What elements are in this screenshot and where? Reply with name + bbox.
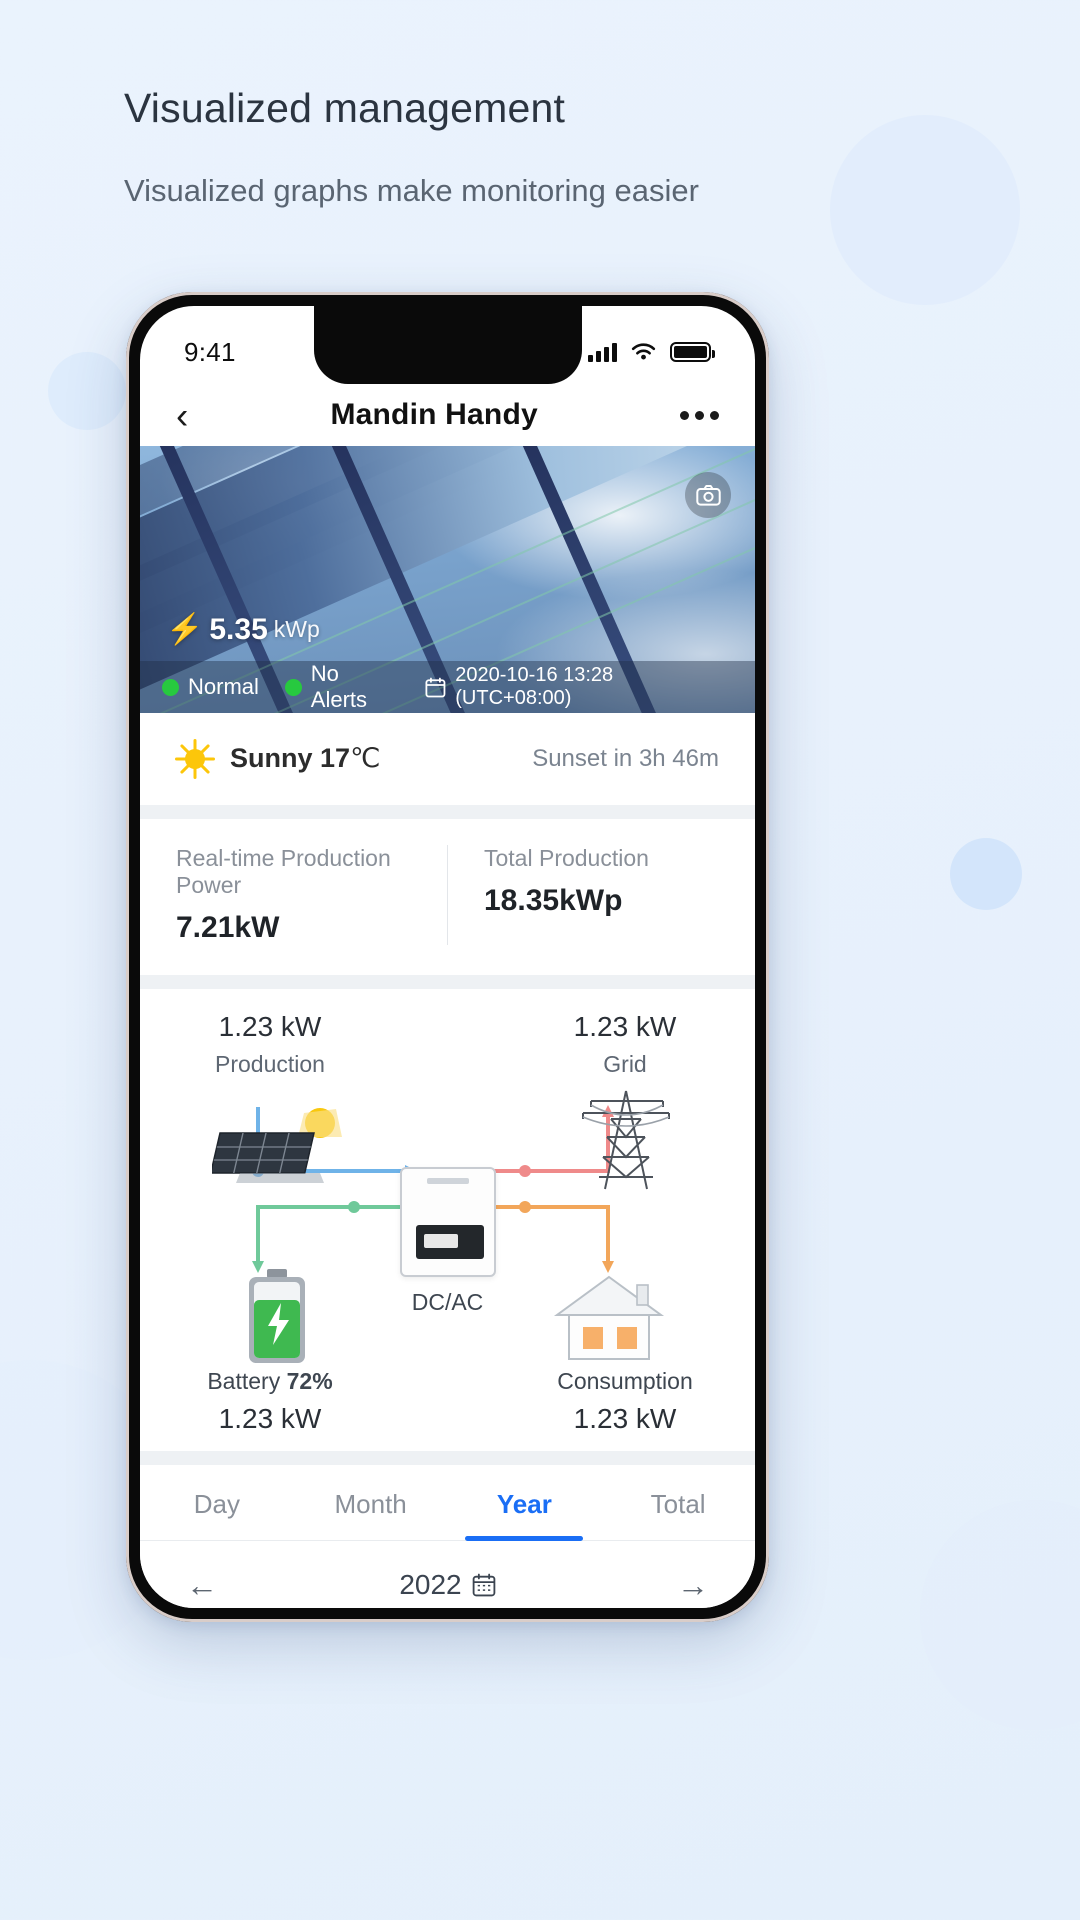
flow-battery-group: Battery 72% 1.23 kW (170, 1368, 370, 1435)
page-subtitle: Visualized graphs make monitoring easier (124, 173, 699, 209)
app-navbar: ‹ Mandin Handy (140, 384, 755, 446)
flow-battery-percent: 72% (286, 1368, 333, 1394)
year-value: 2022 (399, 1569, 462, 1600)
year-selector: ← 2022 → (140, 1541, 755, 1608)
hero-timestamp-label: 2020-10-16 13:28 (UTC+08:00) (455, 664, 614, 709)
power-tower-icon (571, 1085, 681, 1202)
period-tabs: Day Month Year Total (140, 1465, 755, 1541)
calendar-icon (425, 677, 446, 697)
status-bar-icons (588, 342, 715, 362)
year-label-group[interactable]: 2022 (399, 1569, 495, 1601)
weather-text: Sunny 17℃ (230, 743, 380, 774)
inverter-caption: DC/AC (411, 1289, 484, 1315)
stat-total-production: Total Production 18.35kWp (447, 845, 755, 945)
status-badge-normal: Normal (162, 674, 259, 700)
stat-label: Total Production (484, 845, 649, 871)
battery-icon (244, 1269, 310, 1370)
wifi-icon (631, 343, 656, 360)
decor-circle-1 (830, 115, 1020, 305)
production-stats: Real-time Production Power 7.21kW Total … (140, 819, 755, 975)
status-dot-icon (284, 678, 302, 696)
weather-temperature-unit: ℃ (350, 743, 381, 773)
stat-value: 7.21kW (176, 911, 280, 944)
arrow-right-icon[interactable]: → (677, 1569, 709, 1601)
lightning-bolt-icon: ⚡ (166, 613, 204, 646)
hero-timestamp: 2020-10-16 13:28 (UTC+08:00) (425, 664, 733, 710)
page-title: Visualized management (124, 85, 566, 131)
phone-notch (313, 306, 582, 384)
solar-panel-icon (209, 1107, 344, 1190)
stat-realtime-production: Real-time Production Power 7.21kW (140, 845, 447, 945)
camera-icon[interactable] (685, 472, 731, 518)
phone-mockup: 9:41 ‹ Mandin Handy ⚡ 5.35 kWp Normal No… (126, 292, 769, 1622)
flow-consumption-group: Consumption 1.23 kW (525, 1368, 725, 1435)
stat-value: 18.35kWp (484, 884, 623, 917)
section-divider (140, 1451, 755, 1465)
flow-consumption-label: Consumption (557, 1368, 693, 1394)
phone-screen: 9:41 ‹ Mandin Handy ⚡ 5.35 kWp Normal No… (140, 306, 755, 1608)
inverter-group: DC/AC (399, 1167, 496, 1316)
hero-status-bar: Normal No Alerts 2020-10-16 13:28 (UTC+0… (140, 661, 755, 713)
status-dot-icon (162, 678, 179, 696)
decor-circle-5 (920, 1500, 1080, 1730)
section-divider (140, 805, 755, 819)
sun-icon (175, 738, 215, 779)
battery-full-icon (670, 342, 715, 362)
energy-flow-diagram: 1.23 kW Production 1.23 kW Grid DC/AC Ba… (140, 989, 755, 1451)
inverter-icon (399, 1167, 496, 1277)
decor-circle-3 (950, 838, 1022, 910)
weather-condition: Sunny (230, 743, 313, 773)
flow-battery-prefix: Battery (207, 1368, 287, 1394)
calendar-icon[interactable] (472, 1573, 496, 1597)
navbar-title: Mandin Handy (330, 398, 538, 431)
tab-total[interactable]: Total (601, 1465, 755, 1540)
hero-image: ⚡ 5.35 kWp Normal No Alerts 2020-10-16 1… (140, 446, 755, 713)
more-options-icon[interactable] (679, 410, 719, 420)
hero-capacity-unit: kWp (273, 616, 320, 642)
tab-day[interactable]: Day (140, 1465, 294, 1540)
status-alerts-label: No Alerts (310, 661, 368, 712)
hero-capacity: ⚡ 5.35 kWp (166, 612, 320, 647)
sunset-label: Sunset in 3h 46m (532, 744, 719, 772)
flow-consumption-value: 1.23 kW (573, 1403, 677, 1434)
decor-circle-2 (48, 352, 126, 430)
weather-row: Sunny 17℃ Sunset in 3h 46m (140, 713, 755, 805)
flow-battery-label: Battery 72% (170, 1368, 370, 1395)
arrow-left-icon[interactable]: ← (186, 1569, 218, 1601)
promo-heading-block: Visualized management Visualized graphs … (124, 84, 774, 215)
tab-year[interactable]: Year (448, 1465, 602, 1540)
signal-bars-icon (588, 342, 617, 362)
hero-capacity-value: 5.35 (209, 612, 268, 646)
status-normal-label: Normal (188, 674, 259, 699)
stat-label: Real-time Production Power (176, 845, 391, 898)
weather-temperature: 17 (320, 743, 351, 773)
section-divider (140, 975, 755, 989)
chevron-left-icon[interactable]: ‹ (176, 397, 188, 434)
status-badge-alerts: No Alerts (284, 661, 400, 713)
house-icon (549, 1271, 669, 1368)
flow-bottom-labels: Battery 72% 1.23 kW Consumption 1.23 kW (170, 1368, 725, 1435)
flow-battery-value: 1.23 kW (218, 1403, 322, 1434)
status-bar-clock: 9:41 (184, 336, 236, 367)
tab-month[interactable]: Month (294, 1465, 448, 1540)
weather-condition-group: Sunny 17℃ (175, 738, 380, 779)
